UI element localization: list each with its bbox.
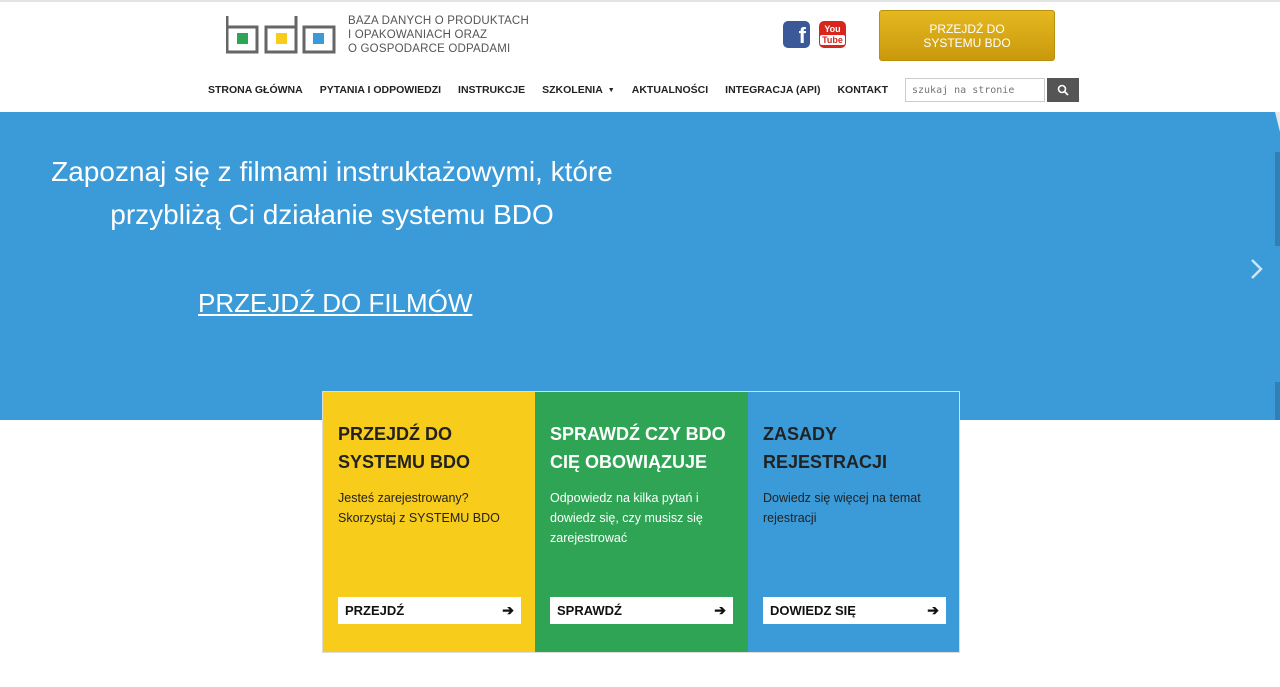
facebook-glyph: f <box>798 23 806 48</box>
logo-tagline: BAZA DANYCH O PRODUKTACH I OPAKOWANIACH … <box>348 14 529 56</box>
nav-label: INSTRUKCJE <box>458 84 526 96</box>
nav-label: PYTANIA I ODPOWIEDZI <box>319 84 442 96</box>
logo-line-1: BAZA DANYCH O PRODUKTACH <box>348 15 529 27</box>
card-text: Odpowiedz na kilka pytań i dowiedz się, … <box>550 491 703 545</box>
card-check-obligation: SPRAWDŹ CZY BDO CIĘ OBOWIĄZUJE Odpowiedz… <box>535 392 748 652</box>
slider-indicator <box>1275 152 1280 246</box>
card-title: PRZEJDŹ DO SYSTEMU BDO <box>338 420 520 476</box>
learn-more-button[interactable]: DOWIEDZ SIĘ ➔ <box>763 597 946 624</box>
nav-item-news[interactable]: AKTUALNOŚCI <box>632 84 708 96</box>
caret-down-icon: ▼ <box>607 87 615 94</box>
youtube-you-text: You <box>824 24 841 34</box>
nav-item-instructions[interactable]: INSTRUKCJE <box>458 84 525 96</box>
button-label: SPRAWDŹ <box>557 603 622 618</box>
nav-item-trainings[interactable]: SZKOLENIA ▼ <box>542 84 615 96</box>
slider-indicator <box>1275 382 1280 420</box>
scroll-top-marker <box>1275 112 1280 132</box>
search-button[interactable] <box>1047 78 1079 102</box>
search-icon <box>1057 84 1069 96</box>
button-label: DOWIEDZ SIĘ <box>770 603 856 618</box>
bdo-logo[interactable] <box>226 16 336 54</box>
hero-edge <box>1275 112 1280 420</box>
nav-label: STRONA GŁÓWNA <box>208 84 303 96</box>
card-text: Dowiedz się więcej na temat rejestracji <box>763 491 921 525</box>
nav-item-faq[interactable]: PYTANIA I ODPOWIEDZI <box>320 84 441 96</box>
nav-label: INTEGRACJA (API) <box>725 84 821 96</box>
logo-line-3: O GOSPODARCE ODPADAMI <box>348 43 511 55</box>
go-to-films-link[interactable]: PRZEJDŹ DO FILMÓW <box>198 288 472 319</box>
nav-label: KONTAKT <box>837 84 888 96</box>
nav-label: SZKOLENIA <box>542 84 603 96</box>
card-title: ZASADY REJESTRACJI <box>763 420 944 476</box>
card-title-line: SPRAWDŹ CZY BDO <box>550 424 726 444</box>
facebook-icon[interactable]: f <box>783 21 810 48</box>
card-registration-rules: ZASADY REJESTRACJI Dowiedz się więcej na… <box>748 392 959 652</box>
card-title-line: SYSTEMU BDO <box>338 452 471 472</box>
button-label: PRZEJDŹ <box>345 603 405 618</box>
youtube-icon[interactable]: You Tube <box>819 21 846 48</box>
nav-item-api[interactable]: INTEGRACJA (API) <box>725 84 820 96</box>
arrow-right-icon: ➔ <box>927 602 939 618</box>
card-title-line: PRZEJDŹ DO <box>338 424 453 444</box>
go-to-bdo-system-button[interactable]: PRZEJDŹ DO SYSTEMU BDO <box>879 10 1055 61</box>
card-text: Jesteś zarejestrowany? Skorzystaj z SYST… <box>338 491 500 525</box>
arrow-right-icon: ➔ <box>714 602 726 618</box>
card-title-line: CIĘ OBOWIĄZUJE <box>550 452 708 472</box>
hero-title: Zapoznaj się z filmami instruktażowymi, … <box>51 156 613 230</box>
check-button[interactable]: SPRAWDŹ ➔ <box>550 597 733 624</box>
nav-label: AKTUALNOŚCI <box>631 84 709 96</box>
search-input[interactable] <box>905 78 1045 102</box>
card-go-to-system: PRZEJDŹ DO SYSTEMU BDO Jesteś zarejestro… <box>323 392 535 652</box>
logo-line-2: I OPAKOWANIACH ORAZ <box>348 29 488 41</box>
top-border <box>0 0 1280 2</box>
nav-item-contact[interactable]: KONTAKT <box>837 84 888 96</box>
card-title-line: REJESTRACJI <box>763 452 888 472</box>
arrow-right-icon: ➔ <box>502 602 514 618</box>
main-nav: STRONA GŁÓWNA PYTANIA I ODPOWIEDZI INSTR… <box>208 84 905 96</box>
feature-cards: PRZEJDŹ DO SYSTEMU BDO Jesteś zarejestro… <box>322 391 960 653</box>
go-button[interactable]: PRZEJDŹ ➔ <box>338 597 521 624</box>
card-title: SPRAWDŹ CZY BDO CIĘ OBOWIĄZUJE <box>550 420 733 476</box>
card-title-line: ZASADY <box>763 424 838 444</box>
hero-slider: Zapoznaj się z filmami instruktażowymi, … <box>0 112 1280 420</box>
nav-item-home[interactable]: STRONA GŁÓWNA <box>208 84 303 96</box>
chevron-right-icon[interactable] <box>1246 254 1266 284</box>
youtube-tube-text: Tube <box>820 35 845 45</box>
go-to-bdo-system-label: PRZEJDŹ DO SYSTEMU BDO <box>923 21 1011 50</box>
